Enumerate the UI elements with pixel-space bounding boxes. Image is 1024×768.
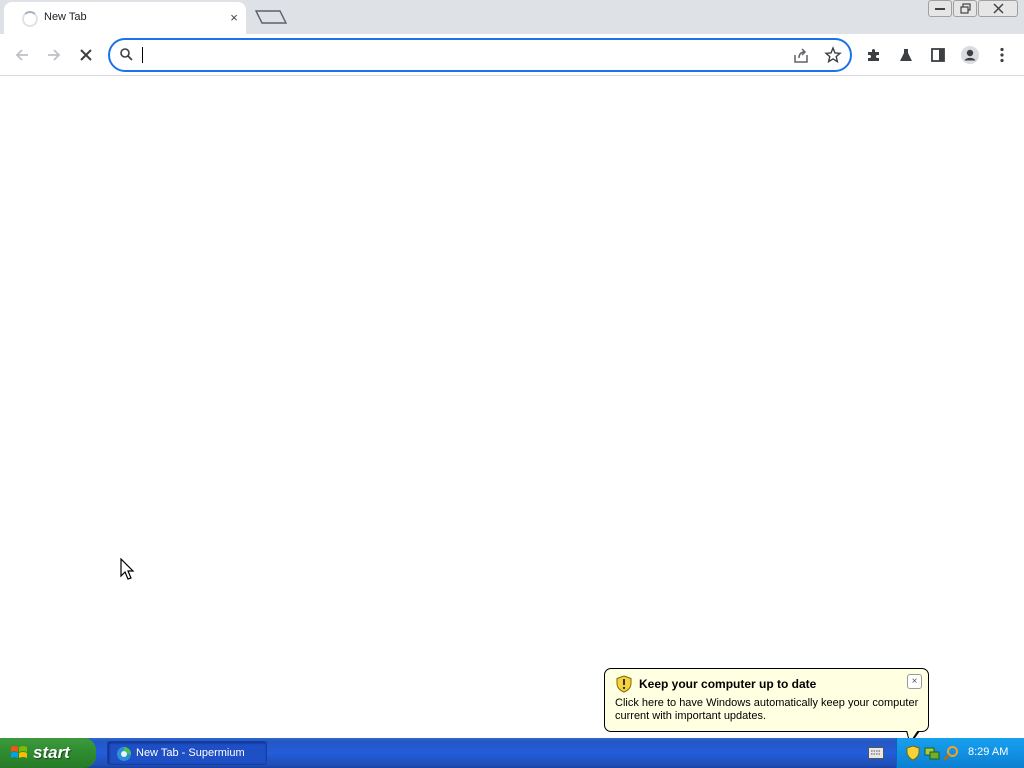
balloon-title: Keep your computer up to date bbox=[639, 677, 817, 691]
taskbar-clock[interactable]: 8:29 AM bbox=[968, 746, 1008, 758]
star-icon[interactable] bbox=[824, 46, 842, 64]
minimize-button[interactable] bbox=[928, 0, 952, 17]
menu-button[interactable] bbox=[988, 41, 1016, 69]
stop-button[interactable] bbox=[72, 41, 100, 69]
restore-button[interactable] bbox=[953, 0, 977, 17]
network-icon[interactable] bbox=[924, 745, 940, 761]
stop-icon bbox=[80, 49, 92, 61]
browser-toolbar bbox=[0, 34, 1024, 76]
start-label: start bbox=[33, 743, 70, 762]
restore-icon bbox=[959, 3, 971, 14]
new-tab-icon[interactable] bbox=[254, 9, 288, 25]
loading-spinner-icon bbox=[22, 11, 38, 27]
tab-new-tab[interactable]: New Tab × bbox=[4, 2, 246, 34]
side-panel-button[interactable] bbox=[924, 41, 952, 69]
balloon-message[interactable]: Click here to have Windows automatically… bbox=[615, 697, 920, 723]
labs-button[interactable] bbox=[892, 41, 920, 69]
back-button[interactable] bbox=[8, 41, 36, 69]
taskbar-item-label: New Tab - Supermium bbox=[136, 747, 245, 759]
minimize-icon bbox=[935, 7, 945, 10]
side-panel-icon bbox=[931, 48, 945, 62]
search-tray-icon[interactable] bbox=[943, 745, 959, 761]
tab-title: New Tab bbox=[44, 11, 87, 23]
start-button[interactable]: start bbox=[0, 738, 96, 768]
windows-logo-icon bbox=[11, 746, 27, 758]
labs-icon bbox=[900, 49, 912, 61]
menu-icon bbox=[1000, 47, 1004, 63]
system-tray: 8:29 AM bbox=[896, 738, 1024, 768]
balloon-close-button[interactable]: × bbox=[907, 674, 922, 689]
mouse-cursor-icon bbox=[120, 558, 135, 580]
page-content[interactable] bbox=[0, 77, 1024, 738]
extensions-icon bbox=[868, 48, 879, 61]
forward-icon bbox=[48, 49, 61, 61]
shield-icon[interactable] bbox=[906, 745, 920, 761]
tab-close-button[interactable]: × bbox=[226, 10, 242, 26]
close-window-button[interactable] bbox=[978, 0, 1018, 17]
forward-button[interactable] bbox=[40, 41, 68, 69]
tab-strip: New Tab × bbox=[0, 0, 1024, 34]
extensions-button[interactable] bbox=[860, 41, 888, 69]
share-icon[interactable] bbox=[792, 47, 810, 65]
profile-icon bbox=[961, 46, 979, 64]
profile-button[interactable] bbox=[956, 41, 984, 69]
address-bar[interactable] bbox=[108, 38, 852, 72]
text-caret bbox=[142, 47, 143, 63]
back-icon bbox=[15, 49, 28, 61]
keyboard-icon[interactable] bbox=[868, 747, 884, 759]
browser-icon bbox=[117, 747, 131, 761]
search-icon bbox=[120, 48, 133, 61]
shield-icon bbox=[616, 675, 632, 693]
update-notification-balloon[interactable]: Keep your computer up to date Click here… bbox=[604, 668, 929, 732]
close-icon bbox=[992, 3, 1004, 14]
taskbar-item-supermium[interactable]: New Tab - Supermium bbox=[107, 741, 267, 765]
taskbar: start New Tab - Supermium 8:29 AM bbox=[0, 738, 1024, 768]
